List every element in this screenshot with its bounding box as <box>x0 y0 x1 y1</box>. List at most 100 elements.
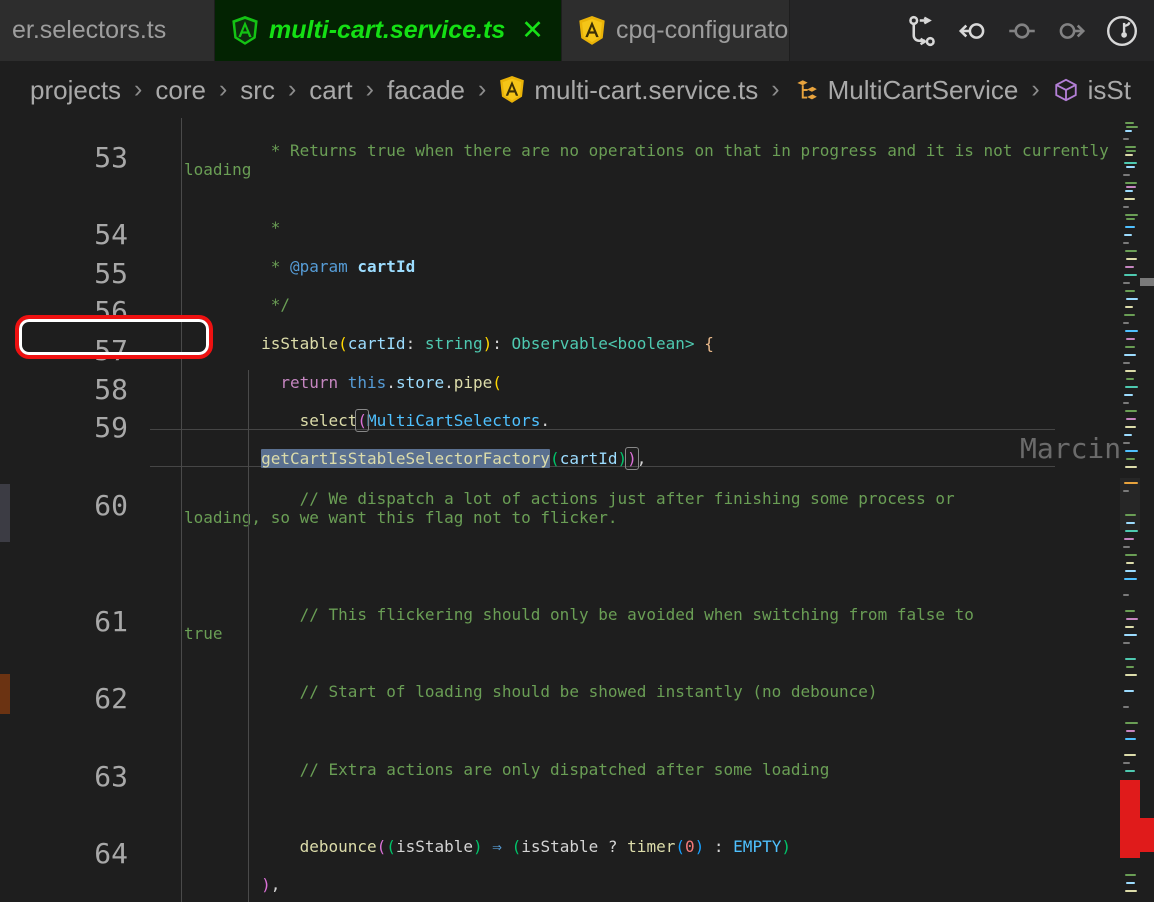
code-token: cartId <box>559 449 618 468</box>
line-number: 59 <box>94 411 128 444</box>
breadcrumb-label: isSt <box>1087 74 1131 105</box>
indent-guide <box>181 118 182 370</box>
code-token: * Returns true when there are no operati… <box>184 141 1119 179</box>
right-overview-ruler[interactable] <box>1140 118 1154 902</box>
breadcrumb-item-multi-cart-service-ts[interactable]: multi-cart.service.ts <box>499 75 758 104</box>
code-token: this <box>347 373 387 392</box>
breadcrumb-item-cart[interactable]: cart <box>309 77 352 103</box>
code-token: isStable <box>261 334 339 353</box>
class-symbol-icon <box>796 79 817 99</box>
code-line-63[interactable]: // Extra actions are only dispatched aft… <box>150 741 1154 798</box>
code-editor[interactable]: 53 54 55 56 57 58 59 60 61 62 63 64 * Re… <box>0 118 1154 902</box>
code-line-61[interactable]: // This flickering should only be avoide… <box>150 586 1154 662</box>
breadcrumb-label: projects <box>30 74 122 105</box>
line-number: 63 <box>94 760 128 793</box>
code-token: isStable <box>395 837 473 856</box>
angular-icon <box>232 15 258 45</box>
git-blame-annotation: Marcin <box>1020 432 1122 465</box>
minimap-error-marker <box>1120 780 1140 858</box>
bracket-match-close: ) <box>625 447 639 470</box>
code-token: cartId <box>347 334 406 353</box>
selected-text: getCartIsStableSelectorFactory <box>261 449 551 468</box>
code-token: * <box>261 257 290 276</box>
next-change-icon[interactable] <box>1054 13 1090 49</box>
breadcrumb: projects › core › src › cart › facade › … <box>0 61 1154 118</box>
line-number: 60 <box>94 489 128 522</box>
code-token: ( <box>675 837 685 856</box>
breadcrumb-item-src[interactable]: src <box>240 77 275 103</box>
breadcrumb-item-multicartservice[interactable]: MultiCartService <box>793 74 1019 105</box>
ruler-mark-bookmark <box>0 674 10 714</box>
code-token: ) <box>482 334 493 353</box>
code-token: pipe <box>453 373 493 392</box>
breadcrumb-item-projects[interactable]: projects <box>30 77 121 103</box>
minimap[interactable] <box>1120 118 1140 902</box>
code-token: MultiCartSelectors <box>367 411 541 430</box>
vscode-window: er.selectors.ts multi-cart.service.ts ✕ … <box>0 0 1154 902</box>
toggle-change-icon[interactable] <box>1004 13 1040 49</box>
tab-cpq-configurato[interactable]: cpq-configurato <box>562 0 790 61</box>
code-token: */ <box>261 295 290 314</box>
code-line-53[interactable]: * Returns true when there are no operati… <box>150 122 1154 198</box>
code-token: debounce <box>299 837 377 856</box>
line-number-gutter: 53 54 55 56 57 58 59 60 61 62 63 64 <box>0 118 150 902</box>
code-token: <boolean> <box>607 334 695 353</box>
code-content-area[interactable]: * Returns true when there are no operati… <box>150 118 1154 902</box>
ruler-mark-error <box>1140 818 1154 852</box>
breadcrumb-label: core <box>155 74 206 105</box>
compare-changes-icon[interactable] <box>904 13 940 49</box>
code-token: return <box>280 373 339 392</box>
tab-er-selectors-ts[interactable]: er.selectors.ts <box>0 0 215 61</box>
close-icon[interactable]: ✕ <box>521 17 544 44</box>
tab-label: cpq-configurato <box>616 16 789 44</box>
jsdoc-param-name: cartId <box>357 257 416 276</box>
code-token: : <box>704 837 734 856</box>
code-line-64-wrapped[interactable]: ), <box>150 856 1154 902</box>
line-number: 54 <box>94 218 128 251</box>
breadcrumb-label: MultiCartService <box>827 74 1019 105</box>
editor-actions <box>886 0 1154 61</box>
code-token: ) <box>694 837 705 856</box>
code-line-60[interactable]: // We dispatch a lot of actions just aft… <box>150 470 1154 546</box>
bracket-match-open: ( <box>355 409 369 432</box>
arrow-ligature: ⇒ <box>492 837 502 856</box>
indent-guide <box>248 370 249 902</box>
method-symbol-icon <box>1054 78 1077 101</box>
ruler-mark-cursor <box>1140 278 1154 286</box>
breadcrumb-item-facade[interactable]: facade <box>387 77 465 103</box>
code-token: select <box>299 411 358 430</box>
line-number: 56 <box>94 295 128 328</box>
git-commit-circle-icon[interactable] <box>1104 13 1140 49</box>
ruler-mark-modified <box>0 484 10 542</box>
code-token: // We dispatch a lot of actions just aft… <box>184 489 965 527</box>
chevron-right-icon: › <box>365 75 374 103</box>
tab-multi-cart-service-ts[interactable]: multi-cart.service.ts ✕ <box>215 0 562 61</box>
previous-change-icon[interactable] <box>954 13 990 49</box>
breadcrumb-item-core[interactable]: core <box>155 77 206 103</box>
left-overview-ruler <box>0 118 10 902</box>
chevron-right-icon: › <box>287 75 297 103</box>
chevron-right-icon: › <box>1031 75 1040 103</box>
code-token: ) <box>781 837 791 856</box>
code-token: 0 <box>684 837 695 856</box>
line-number: 58 <box>94 373 128 406</box>
code-token: , <box>636 449 647 468</box>
line-number: 64 <box>94 837 128 870</box>
editor-tab-bar: er.selectors.ts multi-cart.service.ts ✕ … <box>0 0 1154 61</box>
code-line-62[interactable]: // Start of loading should be showed ins… <box>150 663 1154 720</box>
breadcrumb-label: src <box>240 74 275 105</box>
code-token: string <box>424 334 483 353</box>
breadcrumb-label: cart <box>309 74 353 105</box>
breadcrumb-item-isstable[interactable]: isSt <box>1053 76 1131 104</box>
chevron-right-icon: › <box>478 75 487 103</box>
code-token: // Start of loading should be showed ins… <box>261 682 878 701</box>
code-token: , <box>270 875 281 894</box>
line-number: 61 <box>94 605 128 638</box>
angular-icon <box>579 15 605 45</box>
